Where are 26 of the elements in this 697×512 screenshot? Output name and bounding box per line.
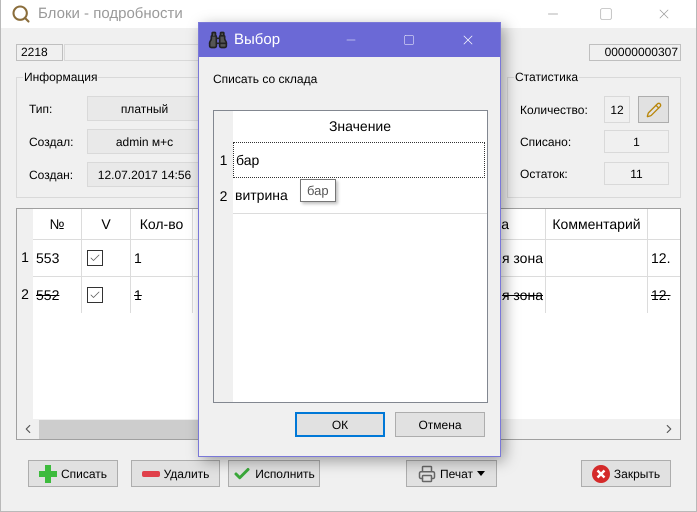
field-label: Остаток: bbox=[520, 166, 569, 182]
field-label: Создал: bbox=[29, 134, 74, 150]
field-label: Создан: bbox=[29, 166, 74, 184]
table-cell-text: я зона bbox=[502, 286, 543, 304]
dialog-title: Выбор bbox=[234, 30, 280, 50]
table-cell-text: 12. bbox=[651, 248, 670, 268]
value-field: 11 bbox=[604, 162, 669, 185]
row-number: 2 bbox=[218, 186, 228, 206]
field-label: Тип: bbox=[29, 100, 54, 118]
row-number: 2 bbox=[20, 285, 30, 304]
table-cell-text: 553 bbox=[36, 248, 60, 268]
table-cell-text: 1 bbox=[134, 286, 142, 304]
table-cell-text: 12. bbox=[651, 286, 670, 304]
field-label: Количество: bbox=[520, 102, 589, 118]
field-label: Списано: bbox=[520, 134, 572, 150]
value-field: 1 bbox=[604, 130, 669, 153]
row-number: 1 bbox=[218, 150, 228, 170]
group-title: Информация bbox=[23, 70, 98, 84]
table-cell-text: 1 bbox=[134, 248, 142, 268]
table-cell-text: я зона bbox=[502, 248, 543, 268]
dialog-prompt: Списать со склада bbox=[213, 72, 318, 86]
window-title: Блоки - подробности bbox=[38, 4, 183, 24]
group-title: Статистика bbox=[514, 70, 580, 84]
table-cell-text: 552 bbox=[36, 286, 60, 304]
tooltip: бар bbox=[300, 179, 336, 202]
row-number: 1 bbox=[20, 248, 30, 267]
